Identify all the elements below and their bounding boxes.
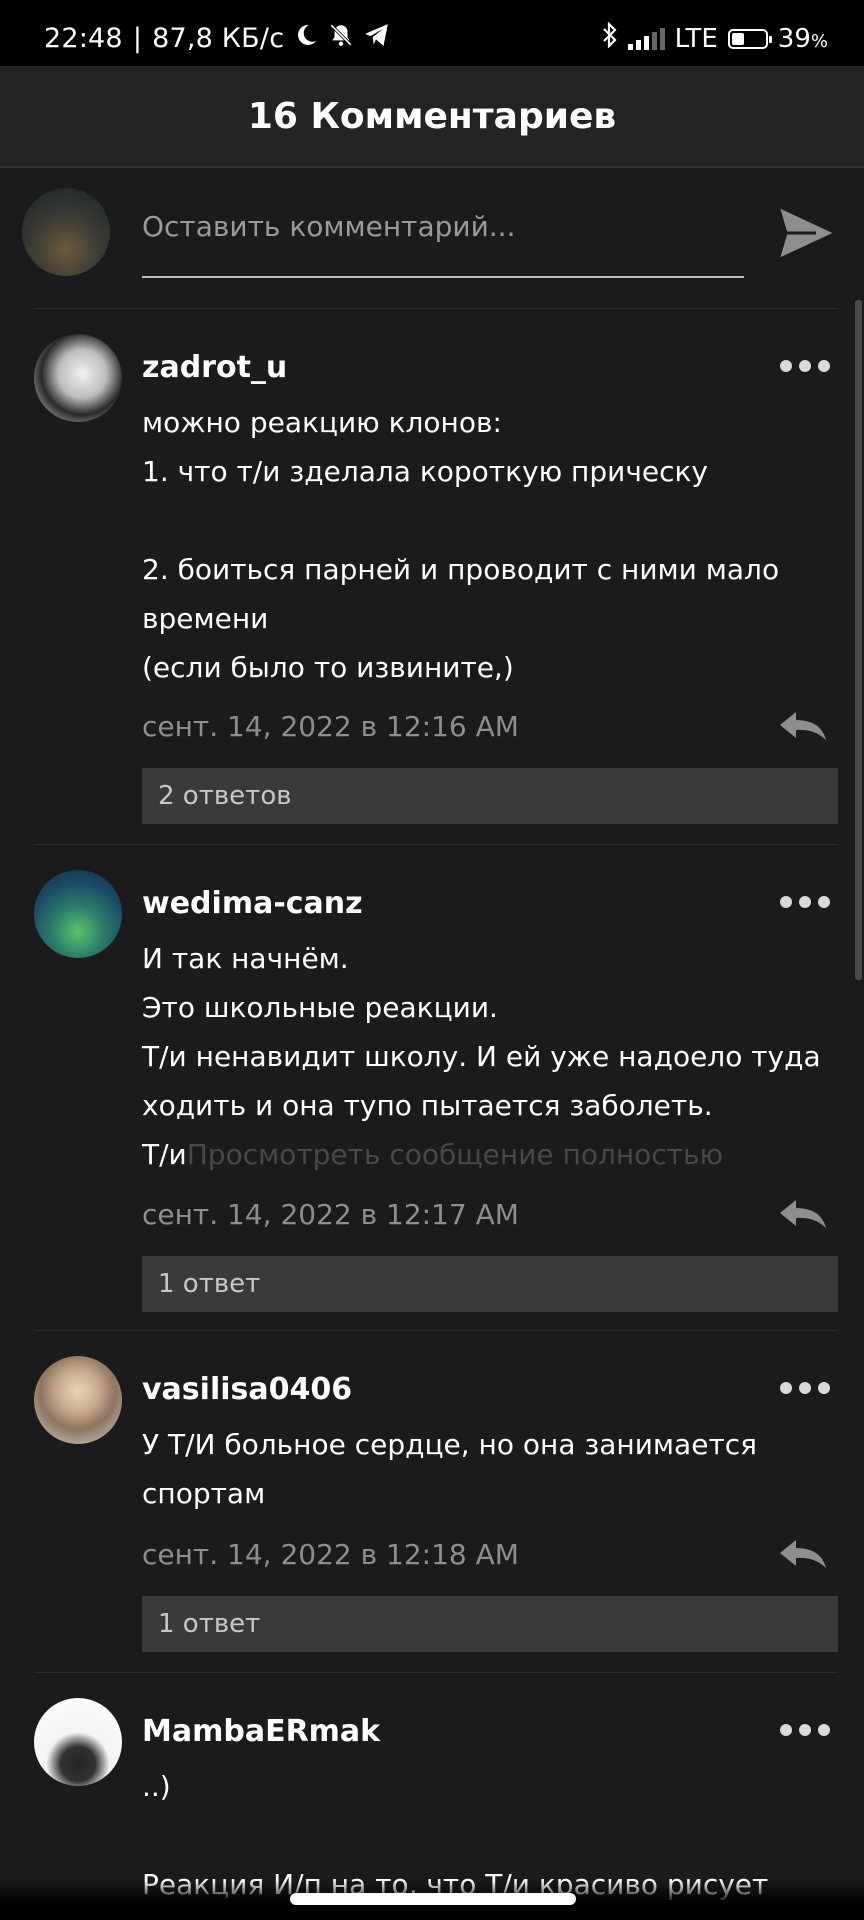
divider [34, 844, 838, 845]
comment-item: zadrot_u можно реакцию клонов: 1. что т/… [0, 310, 864, 844]
comment-text-line: Т/иПросмотреть сообщение полностью [142, 1138, 723, 1171]
more-options-button[interactable] [780, 892, 830, 912]
comment-item: vasilisa0406 У Т/И больное сердце, но он… [0, 1332, 864, 1672]
telegram-icon [364, 23, 390, 54]
comment-date: сент. 14, 2022 в 12:16 AM [142, 710, 519, 743]
clock: 22:48 [44, 23, 123, 54]
divider [34, 1672, 838, 1673]
reply-icon [780, 1540, 826, 1568]
comment-text-line: Т/и ненавидит школу. И ей уже надоело ту… [142, 1040, 821, 1073]
compose-comment [0, 168, 864, 308]
comment-text-line: спортам [142, 1477, 266, 1510]
scrollbar[interactable] [855, 300, 862, 980]
more-options-button[interactable] [780, 1720, 830, 1740]
network-type: LTE [674, 23, 718, 54]
network-speed: 87,8 КБ/с [152, 23, 285, 54]
status-bar-right: LTE 39% [602, 21, 828, 55]
avatar[interactable] [34, 870, 122, 958]
status-bar-left: 22:48 | 87,8 КБ/с [44, 22, 390, 55]
battery-percent-value: 39 [777, 23, 811, 54]
reply-button[interactable] [776, 1196, 828, 1232]
bell-off-icon [328, 22, 354, 55]
battery-icon [727, 28, 772, 49]
see-full-message-link[interactable]: Просмотреть сообщение полностью [187, 1138, 723, 1171]
comment-text-line: Это школьные реакции. [142, 991, 498, 1024]
comment-text-line: ..) [142, 1770, 171, 1803]
comment-username[interactable]: vasilisa0406 [142, 1372, 352, 1407]
comments-header: 16 Комментариев [0, 66, 864, 168]
comment-input[interactable] [142, 208, 744, 244]
status-separator: | [132, 23, 143, 54]
send-button[interactable] [774, 200, 840, 266]
comments-screen: 22:48 | 87,8 КБ/с LTE 39% 16 Комментарие… [0, 0, 864, 1920]
input-underline [142, 276, 744, 278]
comment-date: сент. 14, 2022 в 12:18 AM [142, 1538, 519, 1571]
divider [34, 308, 838, 309]
signal-icon [627, 27, 665, 50]
comment-text-line: можно реакцию клонов: [142, 406, 502, 439]
comment-item: wedima-canz И так начнём. Это школьные р… [0, 846, 864, 1330]
comment-text-fragment: Т/и [142, 1138, 187, 1171]
battery-percent: 39% [778, 24, 828, 54]
avatar[interactable] [34, 1356, 122, 1444]
comment-username[interactable]: zadrot_u [142, 350, 287, 385]
replies-count: 2 ответов [158, 781, 292, 811]
comment-text-line: времени [142, 602, 269, 635]
page-title: 16 Комментариев [247, 95, 617, 137]
reply-icon [780, 1200, 826, 1228]
status-bar: 22:48 | 87,8 КБ/с LTE 39% [0, 0, 864, 66]
comment-text-line: ходить и она тупо пытается заболеть. [142, 1089, 713, 1122]
comment-text-line: У Т/И больное сердце, но она занимается [142, 1428, 757, 1461]
divider [34, 1330, 838, 1331]
send-icon [776, 204, 838, 262]
battery-fill [731, 32, 744, 45]
comment-text-line: (если было то извините,) [142, 651, 514, 684]
reply-button[interactable] [776, 1536, 828, 1572]
comment-text-line: 1. что т/и зделала короткую прическу [142, 455, 708, 488]
reply-icon [780, 712, 826, 740]
view-replies-button[interactable]: 1 ответ [142, 1596, 838, 1652]
view-replies-button[interactable]: 1 ответ [142, 1256, 838, 1312]
replies-count: 1 ответ [158, 1269, 261, 1299]
comment-text-line: И так начнём. [142, 942, 349, 975]
comment-username[interactable]: MambaERmak [142, 1714, 380, 1749]
comment-text-line: 2. боиться парней и проводит с ними мало [142, 553, 780, 586]
battery-percent-unit: % [810, 30, 828, 52]
view-replies-button[interactable]: 2 ответов [142, 768, 838, 824]
home-indicator[interactable] [290, 1893, 576, 1905]
avatar[interactable] [34, 1698, 122, 1786]
bluetooth-icon [602, 21, 618, 55]
comment-date: сент. 14, 2022 в 12:17 AM [142, 1198, 519, 1231]
reply-button[interactable] [776, 708, 828, 744]
more-options-button[interactable] [780, 356, 830, 376]
more-options-button[interactable] [780, 1378, 830, 1398]
avatar[interactable] [34, 334, 122, 422]
moon-icon [294, 23, 318, 54]
current-user-avatar [22, 188, 110, 276]
comment-username[interactable]: wedima-canz [142, 886, 363, 921]
replies-count: 1 ответ [158, 1609, 261, 1639]
